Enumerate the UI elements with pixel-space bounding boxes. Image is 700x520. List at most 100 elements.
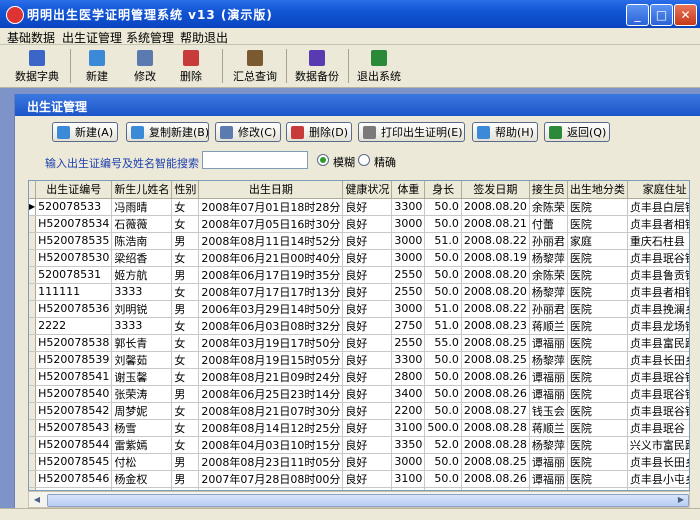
table-row[interactable]: H520078534 石薇薇女 2008年07月05日16时30分 良好 3000 50.… [29, 215, 689, 233]
delete-button[interactable]: 删除(D) [286, 122, 352, 142]
table-cell[interactable]: 良好 [342, 198, 393, 216]
table-cell[interactable]: 50.0 [424, 385, 462, 403]
table-cell[interactable]: 2008.08.20 [461, 283, 530, 301]
scroll-left-icon[interactable]: ◀ [30, 493, 44, 506]
table-cell[interactable]: 3333 [111, 283, 173, 301]
table-cell[interactable]: 贞丰县白层镇 [627, 198, 689, 216]
table-cell[interactable]: 2008.08.22 [461, 300, 530, 318]
table-cell[interactable]: 女 [171, 317, 200, 335]
table-cell[interactable]: 3100 [391, 419, 426, 437]
table-cell[interactable]: 2008.08.25 [461, 351, 530, 369]
table-cell[interactable]: 姬方航 [111, 266, 173, 284]
table-cell[interactable]: 男 [171, 385, 200, 403]
table-cell[interactable]: 500.0 [424, 419, 462, 437]
fuzzy-radio[interactable] [317, 154, 329, 166]
table-cell[interactable]: 女 [171, 334, 200, 352]
table-cell[interactable]: 医院 [567, 470, 628, 488]
table-cell[interactable]: 张荣涛 [111, 385, 173, 403]
table-cell[interactable]: 孙丽君 [529, 300, 568, 318]
new-button[interactable]: 新建(A) [52, 122, 118, 142]
toolbar-backup-button[interactable]: 数据备份 [292, 47, 342, 85]
table-cell[interactable]: 医院 [567, 334, 628, 352]
print-birth-cert-button[interactable]: 打印出生证明(E) [358, 122, 465, 142]
table-cell[interactable]: 医院 [567, 419, 628, 437]
table-cell[interactable]: 2008.08.21 [461, 215, 530, 233]
table-cell[interactable]: H520078530 [35, 249, 113, 267]
table-cell[interactable]: 医院 [567, 351, 628, 369]
table-cell[interactable]: 520078531 [35, 266, 113, 284]
table-cell[interactable]: 贞丰县鲁贡镇 [627, 266, 689, 284]
table-cell[interactable]: 3100 [391, 470, 426, 488]
table-cell[interactable]: 贞丰县珉谷镇 [627, 368, 689, 386]
table-cell[interactable]: 男 [171, 232, 200, 250]
table-cell[interactable]: 男 [171, 300, 200, 318]
table-cell[interactable]: 2008年07月01日18时28分 [198, 198, 344, 216]
toolbar-new-button[interactable]: 新建 [80, 47, 114, 85]
minimize-button[interactable]: _ [626, 4, 649, 26]
table-cell[interactable]: 女 [171, 419, 200, 437]
table-cell[interactable]: 蒋顺兰 [529, 317, 568, 335]
table-row[interactable]: H520078540 张荣涛男 2008年06月25日23时14分 良好 3400 50.… [29, 385, 689, 403]
table-cell[interactable]: 杨黎萍 [529, 283, 568, 301]
exact-radio[interactable] [358, 154, 370, 166]
table-cell[interactable]: 贞丰县珉谷镇 [627, 402, 689, 420]
table-cell[interactable]: 2007年07月28日08时00分 [198, 470, 344, 488]
table-cell[interactable]: 女 [171, 368, 200, 386]
toolbar-edit-button[interactable]: 修改 [128, 47, 162, 85]
table-cell[interactable]: 52.0 [424, 436, 462, 454]
table-row[interactable]: H520078538 郭长青女 2008年03月19日17时50分 良好 2550 55.… [29, 334, 689, 352]
table-cell[interactable]: 良好 [342, 453, 393, 471]
table-cell[interactable]: 3000 [391, 453, 426, 471]
table-cell[interactable]: 陈浩南 [111, 232, 173, 250]
table-cell[interactable]: 医院 [567, 215, 628, 233]
table-cell[interactable]: 2008年08月21日09时24分 [198, 368, 344, 386]
table-cell[interactable]: 医院 [567, 317, 628, 335]
table-cell[interactable]: 3350 [391, 436, 426, 454]
table-cell[interactable]: 刘明锐 [111, 300, 173, 318]
table-cell[interactable]: H520078539 [35, 351, 113, 369]
table-row[interactable]: H520078546 杨金权男 2007年07月28日08时00分 良好 3100 50.… [29, 470, 689, 488]
col-issue-date[interactable]: 签发日期 [461, 181, 530, 199]
table-cell[interactable]: 女 [171, 249, 200, 267]
table-cell[interactable]: 2008年08月11日14时52分 [198, 232, 344, 250]
table-cell[interactable]: 梁绍香 [111, 249, 173, 267]
table-row[interactable]: H520078530 梁绍香女 2008年06月21日00时40分 良好 3000 50.… [29, 249, 689, 267]
table-cell[interactable]: 钱玉会 [529, 402, 568, 420]
table-cell[interactable]: 良好 [342, 368, 393, 386]
table-cell[interactable]: 医院 [567, 300, 628, 318]
table-cell[interactable]: 贞丰县珉谷镇 [627, 249, 689, 267]
table-cell[interactable]: 医院 [567, 266, 628, 284]
table-cell[interactable]: 雷紫嫣 [111, 436, 173, 454]
col-length[interactable]: 身长 [424, 181, 462, 199]
table-cell[interactable]: 3000 [391, 215, 426, 233]
table-cell[interactable]: H520078542 [35, 402, 113, 420]
table-cell[interactable]: 男 [171, 453, 200, 471]
table-cell[interactable]: 良好 [342, 300, 393, 318]
table-cell[interactable]: 良好 [342, 436, 393, 454]
table-cell[interactable]: 2008年07月05日16时30分 [198, 215, 344, 233]
table-cell[interactable]: 2008.08.22 [461, 232, 530, 250]
col-gender[interactable]: 性别 [171, 181, 200, 199]
toolbar-delete-button[interactable]: 删除 [174, 47, 208, 85]
table-cell[interactable]: 3000 [391, 249, 426, 267]
table-cell[interactable]: 付蕾 [529, 215, 568, 233]
table-cell[interactable]: 男 [171, 470, 200, 488]
menu-basic-data[interactable]: 基础数据 [7, 29, 55, 46]
table-cell[interactable]: 医院 [567, 385, 628, 403]
table-cell[interactable]: 刘馨茹 [111, 351, 173, 369]
table-cell[interactable]: 家庭 [567, 232, 628, 250]
col-midwife[interactable]: 接生员 [529, 181, 568, 199]
table-cell[interactable]: 谭福丽 [529, 385, 568, 403]
toolbar-exit-button[interactable]: 退出系统 [354, 47, 404, 85]
table-row[interactable]: H520078542 周梦妮女 2008年08月21日07时30分 良好 2200 50.… [29, 402, 689, 420]
table-cell[interactable]: 2008年04月03日10时15分 [198, 436, 344, 454]
table-cell[interactable]: 谭福丽 [529, 470, 568, 488]
horizontal-scrollbar[interactable]: ◀ ▶ [28, 491, 690, 508]
table-cell[interactable]: 余陈荣 [529, 266, 568, 284]
table-cell[interactable]: 付松 [111, 453, 173, 471]
table-cell[interactable]: 2008.08.28 [461, 436, 530, 454]
table-cell[interactable]: 50.0 [424, 198, 462, 216]
table-cell[interactable]: 2222 [35, 317, 113, 335]
table-cell[interactable]: 2008年06月25日23时14分 [198, 385, 344, 403]
table-cell[interactable]: 石薇薇 [111, 215, 173, 233]
